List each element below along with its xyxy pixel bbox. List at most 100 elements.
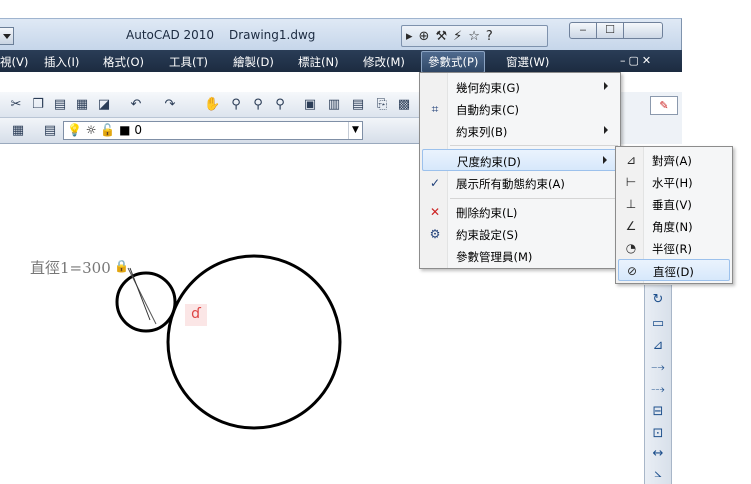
- tool-palettes-icon[interactable]: ▤: [350, 97, 366, 113]
- linear-dim-icon[interactable]: ⊿: [649, 337, 667, 355]
- menu-item-constraint-settings[interactable]: ⚙ 約束設定(S): [422, 223, 618, 245]
- baseline-icon[interactable]: ⊟: [649, 403, 667, 421]
- rotate-icon[interactable]: ↻: [649, 291, 667, 309]
- cut-icon[interactable]: ✂: [8, 97, 24, 113]
- play-icon[interactable]: ▸: [406, 29, 413, 44]
- menu-modify[interactable]: 修改(M): [363, 54, 405, 70]
- dimensional-constraint-toolbar: ↻ ▭ ⊿ ⤍ ⤏ ⊟ ⊡ ↔ ⦣: [644, 285, 672, 484]
- aligned-constraint-icon: ⊿: [625, 153, 637, 167]
- angle-icon[interactable]: ⦣: [649, 465, 667, 483]
- infocenter-toolbar: ▸ ⊕ ⚒ ⚡ ☆ ?: [401, 25, 548, 47]
- zoom-previous-icon[interactable]: ⚲: [272, 97, 288, 113]
- close-button[interactable]: [623, 22, 663, 39]
- pan-icon[interactable]: ✋: [204, 97, 220, 113]
- title-bar: AutoCAD 2010 Drawing1.dwg ▸ ⊕ ⚒ ⚡ ☆ ? ‒ …: [0, 18, 682, 50]
- dimension-constraint-label[interactable]: 直徑1=300: [30, 257, 111, 278]
- window-controls: ‒ ☐: [569, 22, 663, 40]
- ordinate-dim-icon[interactable]: ⤏: [649, 381, 667, 399]
- angular-constraint-icon: ∠: [625, 219, 637, 233]
- desktop-background: [682, 18, 751, 50]
- submenu-item-label: 角度(N): [652, 220, 693, 234]
- menu-dimension[interactable]: 標註(N): [298, 54, 339, 70]
- small-circle[interactable]: [115, 271, 177, 333]
- break-icon[interactable]: ↔: [649, 445, 667, 463]
- menu-format[interactable]: 格式(O): [103, 54, 144, 70]
- menu-parametric[interactable]: 參數式(P): [421, 51, 486, 73]
- sheet-set-icon[interactable]: ⎘: [374, 97, 390, 113]
- submenu-item-label: 半徑(R): [652, 242, 692, 256]
- checkmark-icon: ✓: [429, 176, 441, 190]
- menu-tools[interactable]: 工具(T): [169, 54, 208, 70]
- current-layer-name: 0: [134, 123, 142, 137]
- chevron-right-icon: [603, 156, 607, 164]
- menu-draw[interactable]: 繪製(D): [233, 54, 274, 70]
- submenu-item-angular[interactable]: ∠ 角度(N): [618, 215, 730, 237]
- copy-icon[interactable]: ❐: [30, 97, 46, 113]
- pencil-icon[interactable]: ✎: [650, 96, 678, 115]
- layer-properties-icon[interactable]: ▦: [10, 123, 26, 139]
- document-window-controls[interactable]: –▢✕: [620, 54, 654, 67]
- vertical-constraint-icon: ⊥: [625, 197, 637, 211]
- undo-icon[interactable]: ↶: [128, 97, 144, 113]
- zoom-realtime-icon[interactable]: ⚲: [228, 97, 244, 113]
- submenu-item-radius[interactable]: ◔ 半徑(R): [618, 237, 730, 259]
- help-icon[interactable]: ?: [486, 29, 493, 44]
- satellite-icon[interactable]: ⚡: [453, 29, 462, 44]
- chevron-down-icon: [3, 34, 11, 39]
- submenu-item-horizontal[interactable]: ⊢ 水平(H): [618, 171, 730, 193]
- zoom-window-icon[interactable]: ⚲: [250, 97, 266, 113]
- submenu-item-vertical[interactable]: ⊥ 垂直(V): [618, 193, 730, 215]
- design-center-icon[interactable]: ▥: [326, 97, 342, 113]
- submenu-item-label: 水平(H): [652, 176, 693, 190]
- redo-icon[interactable]: ↷: [162, 97, 178, 113]
- settings-icon: ⚙: [429, 227, 441, 241]
- aligned-dim-icon[interactable]: ⤍: [649, 359, 667, 377]
- menu-view[interactable]: 視(V): [0, 54, 28, 70]
- menu-item-geometric-constraints[interactable]: 幾何約束(G): [422, 76, 618, 98]
- maximize-button[interactable]: ☐: [596, 22, 624, 39]
- block-editor-icon[interactable]: ◪: [96, 97, 112, 113]
- menu-item-dimensional-constraints[interactable]: 尺度約束(D): [422, 149, 618, 171]
- document-title: Drawing1.dwg: [229, 28, 316, 42]
- match-properties-icon[interactable]: ▦: [74, 97, 90, 113]
- minimize-button[interactable]: ‒: [569, 22, 597, 39]
- diameter-constraint-icon: ⊘: [626, 264, 638, 278]
- menu-item-label: 展示所有動態約束(A): [456, 177, 565, 191]
- rectangle-icon[interactable]: ▭: [649, 315, 667, 333]
- markup-icon[interactable]: ▩: [396, 97, 412, 113]
- menu-item-label: 刪除約束(L): [456, 206, 518, 220]
- radius-constraint-icon: ◔: [625, 241, 637, 255]
- continue-dim-icon[interactable]: ⊡: [649, 425, 667, 443]
- menu-window[interactable]: 窗選(W): [506, 54, 549, 70]
- binoculars-icon[interactable]: ⊕: [419, 29, 430, 44]
- menu-item-constraint-bar[interactable]: 約束列(B): [422, 120, 618, 142]
- menu-separator: [450, 145, 618, 146]
- app-title: AutoCAD 2010: [126, 28, 215, 42]
- menu-insert[interactable]: 插入(I): [44, 54, 79, 70]
- submenu-item-aligned[interactable]: ⊿ 對齊(A): [618, 149, 730, 171]
- sun-icon: ☼: [85, 123, 97, 137]
- chevron-right-icon: [604, 126, 608, 134]
- properties-icon[interactable]: ▣: [302, 97, 318, 113]
- menu-item-show-dynamic-constraints[interactable]: ✓ 展示所有動態約束(A): [422, 172, 618, 194]
- wrench-icon[interactable]: ⚒: [435, 29, 447, 44]
- bulb-icon: 💡: [67, 123, 82, 137]
- large-circle[interactable]: [166, 254, 342, 430]
- horizontal-constraint-icon: ⊢: [625, 175, 637, 189]
- lock-icon: 🔒: [114, 259, 129, 273]
- diameter-leader: [129, 267, 151, 321]
- chevron-down-icon[interactable]: ▼: [348, 122, 362, 139]
- application-menu-button[interactable]: [0, 27, 14, 45]
- chevron-right-icon: [604, 82, 608, 90]
- menu-item-label: 約束設定(S): [456, 228, 519, 242]
- star-icon[interactable]: ☆: [468, 29, 480, 44]
- submenu-item-diameter[interactable]: ⊘ 直徑(D): [618, 259, 730, 281]
- submenu-item-label: 直徑(D): [653, 265, 694, 279]
- menu-item-parameters-manager[interactable]: 參數管理員(M): [422, 245, 618, 267]
- menu-item-delete-constraints[interactable]: ✕ 刪除約束(L): [422, 201, 618, 223]
- layer-state-icon[interactable]: ▤: [42, 123, 58, 139]
- layer-dropdown[interactable]: 💡 ☼ 🔓 ■ 0 ▼: [63, 121, 363, 140]
- submenu-item-label: 對齊(A): [652, 154, 692, 168]
- menu-item-auto-constrain[interactable]: ⌗ 自動約束(C): [422, 98, 618, 120]
- paste-icon[interactable]: ▤: [52, 97, 68, 113]
